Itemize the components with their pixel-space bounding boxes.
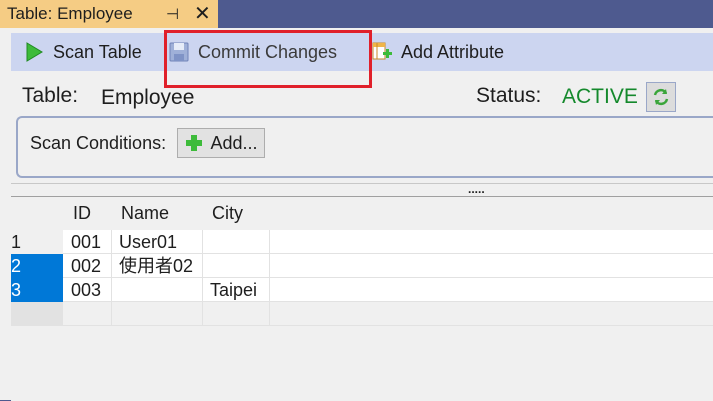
refresh-button[interactable] xyxy=(646,82,676,112)
cell-divider xyxy=(269,278,270,302)
scan-conditions-panel: Scan Conditions: Add... xyxy=(16,116,713,178)
row-header-selected[interactable]: 2 xyxy=(11,254,63,278)
table-row[interactable]: 1 001 User01 xyxy=(11,230,713,254)
column-header-id[interactable]: ID xyxy=(73,201,91,225)
row-header[interactable]: 1 xyxy=(11,230,63,254)
play-icon xyxy=(23,41,45,63)
commit-changes-label: Commit Changes xyxy=(198,41,338,62)
splitter[interactable]: ..... xyxy=(11,183,713,197)
add-condition-label: Add... xyxy=(210,132,258,153)
data-grid[interactable]: ID Name City 1 001 User01 2 002 使用者02 3 … xyxy=(11,196,713,401)
toolbar: Scan Table Commit Changes Add Attribute xyxy=(11,30,713,88)
cell-divider xyxy=(111,254,112,278)
cell-divider xyxy=(202,230,203,254)
cell-divider xyxy=(202,302,203,326)
row-background xyxy=(63,302,713,326)
document-tab-bar: Table: Employee ⊣ ✕ xyxy=(0,0,713,28)
cell-divider xyxy=(111,278,112,302)
pin-icon[interactable]: ⊣ xyxy=(166,5,179,23)
column-header-city[interactable]: City xyxy=(212,201,243,225)
table-row[interactable]: 2 002 使用者02 xyxy=(11,254,713,278)
table-label: Table: xyxy=(22,84,79,107)
table-editor: Scan Table Commit Changes Add Attribute … xyxy=(0,28,713,401)
row-background xyxy=(63,278,713,302)
cell-name[interactable]: User01 xyxy=(119,230,177,254)
status-value: ACTIVE xyxy=(562,85,638,108)
add-condition-button[interactable]: Add... xyxy=(177,128,265,158)
close-icon[interactable]: ✕ xyxy=(194,1,211,26)
plus-icon xyxy=(186,135,203,151)
document-tab[interactable]: Table: Employee ⊣ ✕ xyxy=(0,0,218,28)
cell-divider xyxy=(111,302,112,326)
column-header-name[interactable]: Name xyxy=(121,201,170,225)
grid-header-row: ID Name City xyxy=(11,201,713,225)
cell-name[interactable]: 使用者02 xyxy=(119,254,193,278)
row-header-selected[interactable]: 3 xyxy=(11,278,63,302)
refresh-icon xyxy=(653,88,669,106)
cell-id[interactable]: 001 xyxy=(71,230,101,254)
scan-conditions-label: Scan Conditions: xyxy=(30,133,167,153)
add-attribute-icon xyxy=(371,41,393,63)
cell-id[interactable]: 003 xyxy=(71,278,101,302)
cell-city[interactable]: Taipei xyxy=(210,278,257,302)
cell-divider xyxy=(202,278,203,302)
cell-divider xyxy=(269,302,270,326)
splitter-grip[interactable]: ..... xyxy=(468,183,485,195)
save-icon xyxy=(168,41,190,63)
cell-divider xyxy=(111,230,112,254)
scan-table-label: Scan Table xyxy=(53,41,142,62)
status-label: Status: xyxy=(476,84,542,107)
scan-table-button[interactable]: Scan Table xyxy=(23,33,142,71)
cell-id[interactable]: 002 xyxy=(71,254,101,278)
commit-changes-button[interactable]: Commit Changes xyxy=(168,33,337,71)
cell-divider xyxy=(269,254,270,278)
row-header[interactable] xyxy=(11,302,63,326)
table-name: Employee xyxy=(101,86,195,109)
cell-divider xyxy=(269,230,270,254)
table-row[interactable]: 3 003 Taipei xyxy=(11,278,713,302)
add-attribute-label: Add Attribute xyxy=(401,41,505,62)
add-attribute-button[interactable]: Add Attribute xyxy=(371,33,504,71)
document-tab-title: Table: Employee xyxy=(7,4,133,23)
cell-divider xyxy=(202,254,203,278)
new-row[interactable] xyxy=(11,302,713,326)
